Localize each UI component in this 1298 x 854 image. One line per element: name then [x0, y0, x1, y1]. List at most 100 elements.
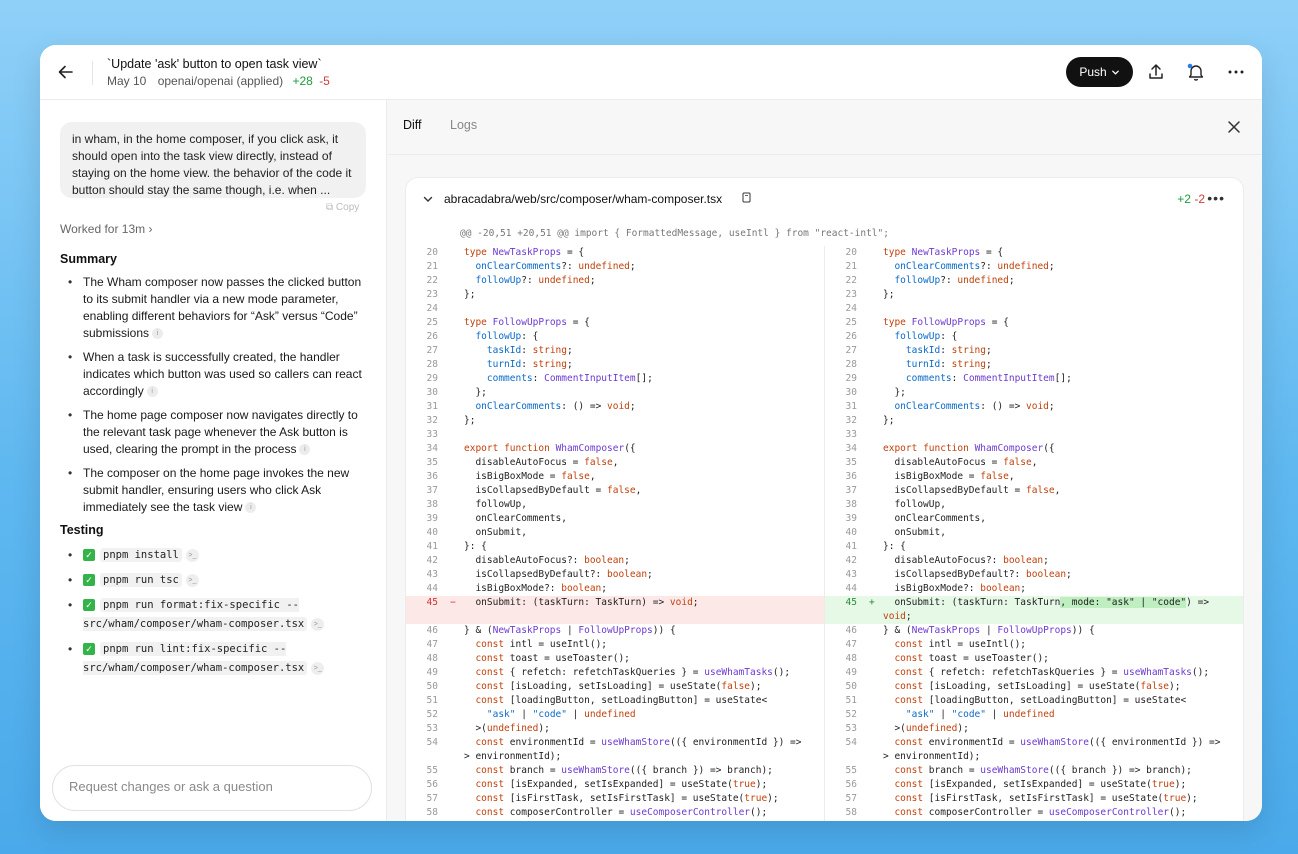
- terminal-icon[interactable]: >_: [311, 661, 325, 675]
- line-number: 24: [845, 303, 857, 314]
- line-number: 25: [426, 317, 438, 328]
- line-number: 47: [845, 639, 857, 650]
- copy-button[interactable]: ⧉ Copy: [326, 202, 359, 213]
- diff-line: 33: [406, 428, 824, 442]
- share-upload-icon[interactable]: [1146, 62, 1166, 82]
- diff-line: 25 type FollowUpProps = {: [825, 316, 1243, 330]
- diff-file-card: abracadabra/web/src/composer/wham-compos…: [406, 178, 1243, 821]
- diff-line-deleted: 45 − onSubmit: (taskTurn: TaskTurn) => vo…: [406, 596, 824, 624]
- line-number: 20: [845, 247, 857, 258]
- code-text: const environmentId = useWhamStore(({ en…: [464, 737, 802, 762]
- diff-line: 58 const composerController = useCompose…: [825, 806, 1243, 820]
- terminal-icon[interactable]: >_: [185, 548, 199, 562]
- diff-line: 25 type FollowUpProps = {: [406, 316, 824, 330]
- code-text: };: [464, 289, 476, 300]
- copy-path-icon[interactable]: [742, 192, 752, 203]
- citation-icon[interactable]: i: [299, 444, 311, 456]
- citation-icon[interactable]: i: [146, 386, 158, 398]
- line-number: 39: [845, 513, 857, 524]
- citation-icon[interactable]: i: [245, 502, 257, 514]
- code-text: onSubmit: (taskTurn: TaskTurn) => void;: [464, 597, 699, 608]
- check-icon: ✓: [83, 599, 95, 612]
- code-text: isCollapsedByDefault?: boolean;: [883, 569, 1072, 580]
- line-number: 28: [845, 359, 857, 370]
- notification-bell-icon[interactable]: [1186, 62, 1206, 82]
- line-number: 55: [426, 765, 438, 776]
- line-number: 24: [426, 303, 438, 314]
- diff-line: 54 const environmentId = useWhamStore(({…: [406, 736, 824, 764]
- request-changes-input[interactable]: Request changes or ask a question: [52, 765, 372, 811]
- task-meta: May 10 openai/openai (applied) +28 -5: [107, 74, 330, 88]
- terminal-icon[interactable]: >_: [185, 573, 199, 587]
- code-text: }: {: [464, 541, 487, 552]
- citation-icon[interactable]: i: [152, 328, 164, 340]
- diff-line: 36 isBigBoxMode = false,: [406, 470, 824, 484]
- line-number: 32: [845, 415, 857, 426]
- line-number: 45: [426, 597, 438, 608]
- diff-line: 42 disableAutoFocus?: boolean;: [825, 554, 1243, 568]
- code-text: followUp?: undefined;: [475, 275, 596, 286]
- line-number: 51: [845, 695, 857, 706]
- back-arrow-icon[interactable]: [56, 62, 76, 82]
- diff-line: 38 followUp,: [825, 498, 1243, 512]
- diff-line: 50 const [isLoading, setIsLoading] = use…: [825, 680, 1243, 694]
- diff-line: 20 type NewTaskProps = {: [406, 246, 824, 260]
- summary-list: The Wham composer now passes the clicked…: [60, 274, 372, 523]
- diff-sign: +: [869, 597, 875, 608]
- file-more-icon[interactable]: •••: [1207, 190, 1225, 206]
- line-number: 45: [845, 597, 857, 608]
- test-item: ✓pnpm run lint:fix-specific -- src/wham/…: [60, 640, 380, 678]
- tab-logs[interactable]: Logs: [450, 118, 477, 132]
- line-number: 34: [845, 443, 857, 454]
- line-number: 37: [845, 485, 857, 496]
- header-divider: [92, 61, 93, 85]
- worked-for-toggle[interactable]: Worked for 13m ›: [60, 222, 153, 236]
- testing-heading: Testing: [60, 523, 104, 537]
- code-text: const toast = useToaster();: [894, 653, 1049, 664]
- code-text: onClearComments: () => void;: [894, 401, 1055, 412]
- check-icon: ✓: [83, 643, 95, 656]
- line-number: 56: [426, 779, 438, 790]
- diff-line: 51 const [loadingButton, setLoadingButto…: [406, 694, 824, 708]
- diff-line: 24: [825, 302, 1243, 316]
- diff-line: 23};: [825, 288, 1243, 302]
- close-icon[interactable]: [1226, 119, 1242, 135]
- diff-line: 30 };: [406, 386, 824, 400]
- diff-line: 21 onClearComments?: undefined;: [406, 260, 824, 274]
- line-number: 32: [426, 415, 438, 426]
- diff-line: 47 const intl = useIntl();: [406, 638, 824, 652]
- diff-line: 48 const toast = useToaster();: [406, 652, 824, 666]
- summary-item-text: The Wham composer now passes the clicked…: [83, 275, 362, 340]
- code-text: const composerController = useComposerCo…: [475, 807, 768, 818]
- tab-diff[interactable]: Diff: [403, 118, 422, 132]
- line-number: 22: [845, 275, 857, 286]
- diff-line: 24: [406, 302, 824, 316]
- diff-line: 57 const [isFirstTask, setIsFirstTask] =…: [825, 792, 1243, 806]
- more-options-icon[interactable]: [1226, 62, 1246, 82]
- line-number: 42: [426, 555, 438, 566]
- terminal-icon[interactable]: >_: [311, 617, 325, 631]
- test-item: ✓ pnpm run tsc>_: [60, 571, 380, 590]
- line-number: 57: [845, 793, 857, 804]
- line-number: 34: [426, 443, 438, 454]
- diff-line: 20 type NewTaskProps = {: [825, 246, 1243, 260]
- file-deletions: -2: [1194, 192, 1205, 206]
- diff-line: 57 const [isFirstTask, setIsFirstTask] =…: [406, 792, 824, 806]
- diff-line: 43 isCollapsedByDefault?: boolean;: [406, 568, 824, 582]
- code-text: taskId: string;: [486, 345, 573, 356]
- line-number: 22: [426, 275, 438, 286]
- chevron-down-icon[interactable]: [422, 193, 434, 205]
- line-number: 30: [845, 387, 857, 398]
- line-number: 39: [426, 513, 438, 524]
- line-number: 28: [426, 359, 438, 370]
- code-text: onClearComments,: [883, 513, 986, 524]
- code-text: };: [464, 387, 487, 398]
- line-number: 40: [426, 527, 438, 538]
- code-text: const [loadingButton, setLoadingButton] …: [475, 695, 768, 706]
- diff-panel: Diff Logs abracadabra/web/src/composer/w…: [387, 100, 1262, 821]
- line-number: 51: [426, 695, 438, 706]
- push-button[interactable]: Push: [1066, 57, 1133, 87]
- diff-line: 56 const [isExpanded, setIsExpanded] = u…: [406, 778, 824, 792]
- line-number: 44: [426, 583, 438, 594]
- diff-line: 26 followUp: {: [406, 330, 824, 344]
